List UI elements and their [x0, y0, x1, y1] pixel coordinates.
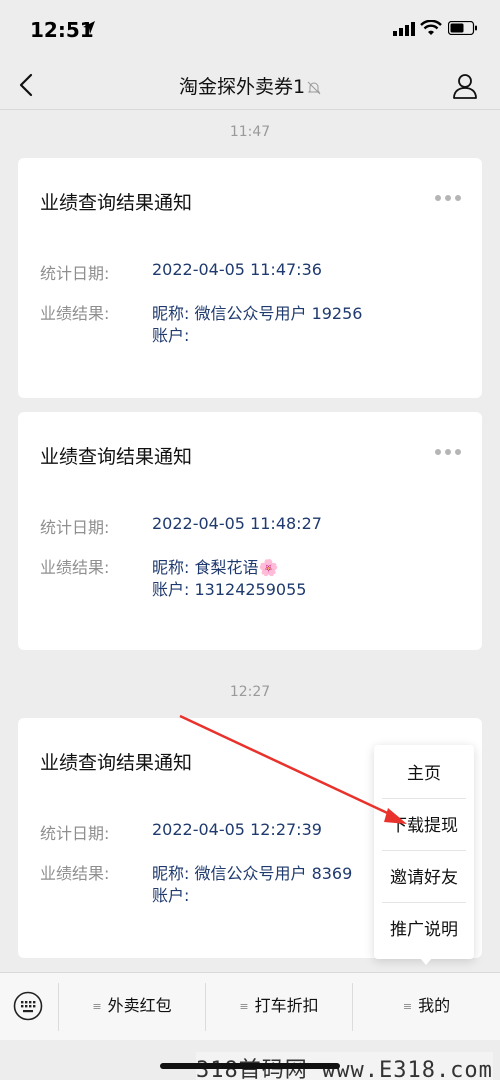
- menu-list-icon: ≡: [402, 999, 413, 1013]
- nickname-line: 昵称: 食梨花语🌸: [152, 554, 278, 578]
- popup-item-invite[interactable]: 邀请好友: [382, 853, 466, 903]
- nav-bar: 淘金探外卖券1: [0, 60, 500, 110]
- wifi-icon: [420, 20, 442, 35]
- result-label: 业绩结果:: [40, 558, 110, 577]
- popup-item-withdraw[interactable]: 下载提现: [382, 801, 466, 851]
- nickname-line: 昵称: 微信公众号用户 19256: [152, 304, 363, 323]
- menu-item-mine[interactable]: ≡ 我的: [353, 973, 500, 1041]
- chat-title-text: 淘金探外卖券1: [178, 76, 306, 98]
- nickname-text: 昵称: 食梨花语: [152, 558, 259, 577]
- profile-icon[interactable]: [451, 72, 479, 100]
- date-value: 2022-04-05 11:48:27: [152, 514, 322, 533]
- card-title: 业绩查询结果通知: [40, 446, 193, 468]
- popup-item-guide[interactable]: 推广说明: [382, 905, 466, 955]
- keyboard-icon[interactable]: [13, 991, 43, 1021]
- account-line: 账户:: [152, 886, 190, 905]
- message-card[interactable]: 业绩查询结果通知 统计日期: 2022-04-05 11:48:27 业绩结果:…: [18, 412, 482, 650]
- menu-item-label: 我的: [418, 996, 451, 1015]
- account-line: 账户: 13124259055: [152, 580, 307, 599]
- date-label: 统计日期:: [40, 824, 110, 843]
- card-title: 业绩查询结果通知: [40, 752, 193, 774]
- popup-caret: [419, 957, 433, 965]
- nickname-line: 昵称: 微信公众号用户 8369: [152, 864, 353, 883]
- menu-list-icon: ≡: [92, 999, 102, 1013]
- menu-item-label: 打车折扣: [254, 996, 319, 1015]
- back-icon[interactable]: [14, 72, 40, 98]
- battery-icon: [448, 21, 477, 35]
- account-line: 账户:: [152, 326, 190, 345]
- chat-title: 淘金探外卖券1: [100, 72, 400, 99]
- mute-icon: [307, 81, 321, 94]
- menu-item-taxi[interactable]: ≡ 打车折扣: [206, 973, 352, 1041]
- popup-item-home[interactable]: 主页: [382, 749, 466, 799]
- result-label: 业绩结果:: [40, 864, 110, 883]
- result-label: 业绩结果:: [40, 304, 110, 323]
- date-value: 2022-04-05 11:47:36: [152, 260, 322, 279]
- status-bar: 12:51: [0, 0, 500, 60]
- more-icon[interactable]: [434, 447, 462, 457]
- more-icon[interactable]: [434, 193, 462, 203]
- menu-list-icon: ≡: [239, 999, 249, 1013]
- message-time: 11:47: [229, 124, 271, 140]
- message-time: 12:27: [229, 684, 271, 700]
- bottom-menu: ≡ 外卖红包 ≡ 打车折扣 ≡ 我的: [0, 972, 500, 1040]
- signal-icon: [393, 22, 415, 36]
- menu-item-takeout[interactable]: ≡ 外卖红包: [59, 973, 205, 1041]
- popup-menu: 主页 下载提现 邀请好友 推广说明: [374, 745, 474, 959]
- location-arrow-icon: [83, 21, 95, 34]
- home-indicator: [160, 1063, 340, 1069]
- date-label: 统计日期:: [40, 518, 110, 537]
- message-card[interactable]: 业绩查询结果通知 统计日期: 2022-04-05 11:47:36 业绩结果:…: [18, 158, 482, 398]
- date-label: 统计日期:: [40, 264, 110, 283]
- menu-item-label: 外卖红包: [107, 996, 172, 1015]
- card-title: 业绩查询结果通知: [40, 192, 193, 214]
- date-value: 2022-04-05 12:27:39: [152, 820, 322, 839]
- flower-emoji: 🌸: [258, 558, 279, 577]
